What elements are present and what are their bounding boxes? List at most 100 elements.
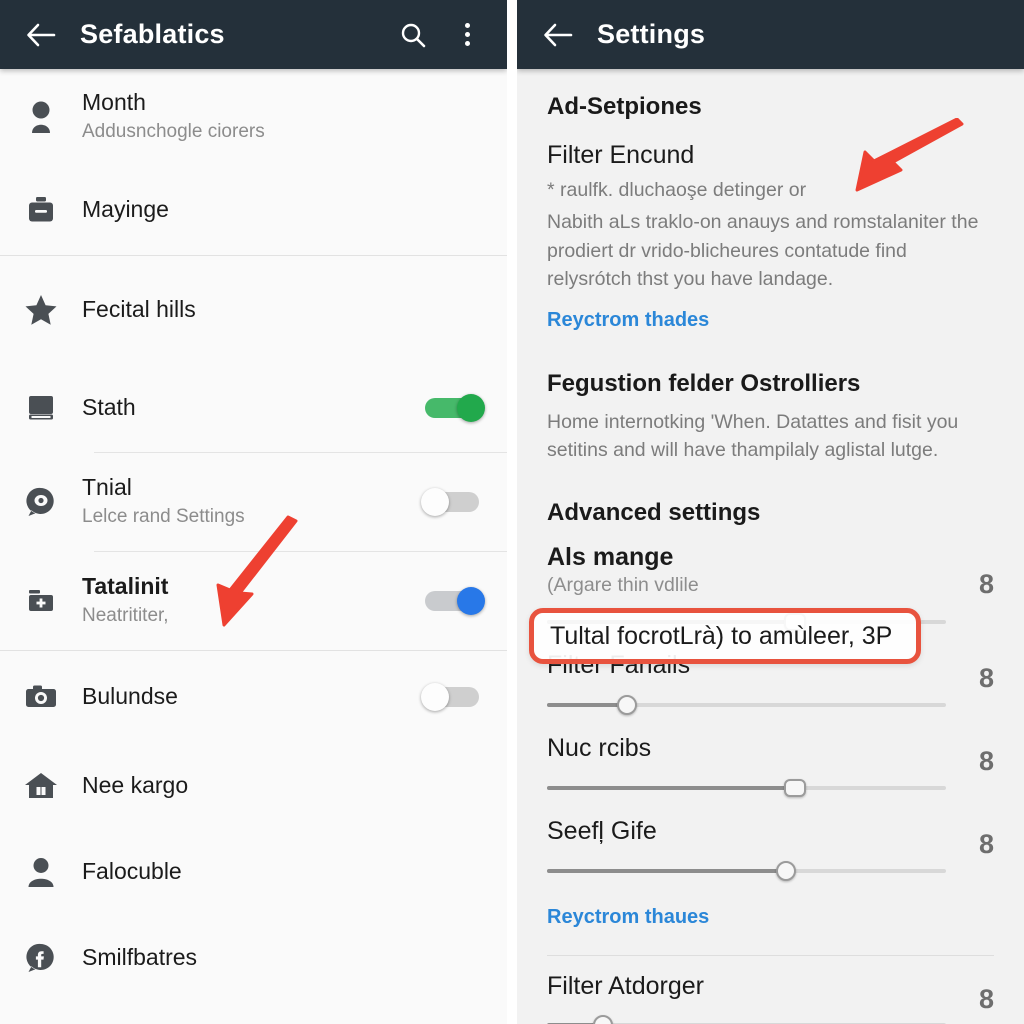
slider-body: Filter Atdorger [547, 972, 946, 1024]
setting-description-line2: Nabith aLs traklo-on anauys and romstala… [547, 211, 979, 290]
left-settings-list: Month Addusnchogle ciorers Mayinge Fecit… [0, 69, 507, 1024]
list-item[interactable]: Tatalinit Neatrititer, [0, 552, 507, 650]
list-item-control[interactable] [411, 683, 485, 711]
list-item[interactable]: Fecital hills [0, 256, 507, 364]
list-item-text: Falocuble [70, 858, 475, 885]
search-icon[interactable] [391, 13, 435, 57]
section-header-advanced-settings: Advanced settings [547, 498, 761, 526]
slider-row[interactable]: Filter Atdorger 8 [547, 956, 994, 1024]
slider-thumb[interactable] [784, 778, 807, 797]
screenshot-root: Sefablatics Month Addusnchogle ciorers M… [0, 0, 1024, 1024]
list-item-text: Tatalinit Neatrititer, [70, 573, 411, 629]
slider-label: Filter Atdorger [547, 971, 705, 1000]
list-item-text: Month Addusnchogle ciorers [70, 89, 475, 145]
slider-value: 8 [978, 746, 994, 777]
setting-description-line1: * raulfk. dluchaoşe detinger or [547, 179, 807, 201]
list-item-text: Smilfbatres [70, 944, 475, 971]
list-item-control[interactable] [411, 394, 485, 422]
list-item[interactable]: Smilfbatres [0, 915, 507, 1001]
list-item[interactable]: Bulundse [0, 651, 507, 743]
slider-label: Nuc rcibs [547, 734, 652, 763]
panel-gutter [507, 0, 517, 1024]
list-item[interactable]: Tnial Lelce rand Settings [0, 453, 507, 551]
setting-title-filter-encund: Filter Encund [547, 141, 695, 169]
book-icon [12, 393, 70, 423]
slider-row[interactable]: Seefļ Gife 8 [547, 801, 994, 884]
folder-plus-icon [12, 586, 70, 616]
slider-label: Als mange [547, 542, 674, 571]
slider-control[interactable] [547, 775, 946, 801]
slider-body: Seefļ Gife [547, 817, 946, 884]
toggle-knob [421, 683, 449, 711]
home-icon [12, 771, 70, 801]
list-item-control[interactable] [411, 587, 485, 615]
link-reyctrom-thaues[interactable]: Reyctrom thaues [547, 884, 994, 929]
briefcase-icon [12, 195, 70, 225]
list-item-subtitle: Neatrititer, [82, 605, 169, 627]
list-item[interactable]: Mayinge [0, 165, 507, 255]
left-app-bar: Sefablatics [0, 0, 507, 69]
list-item-text: Nee kargo [70, 772, 475, 799]
slider-thumb[interactable] [616, 695, 637, 716]
list-item-text: Fecital hills [70, 296, 475, 323]
toggle-knob [421, 488, 449, 516]
left-panel: Sefablatics Month Addusnchogle ciorers M… [0, 0, 507, 1024]
section-description-fegustion: Home internotking 'When. Datattes and fi… [547, 411, 959, 462]
list-item-text: Tnial Lelce rand Settings [70, 474, 411, 530]
list-item-title: Tatalinit [82, 573, 169, 600]
list-item[interactable]: Endoclind [0, 1001, 507, 1024]
list-item[interactable]: Month Addusnchogle ciorers [0, 69, 507, 165]
list-item[interactable]: Stath [0, 364, 507, 452]
slider-value: 8 [978, 983, 994, 1014]
slider-value: 8 [978, 828, 994, 859]
list-item-title: Falocuble [82, 858, 182, 885]
slider-body: Nuc rcibs [547, 734, 946, 801]
slider-control[interactable] [547, 692, 946, 718]
list-item-subtitle: Lelce rand Settings [82, 506, 245, 528]
overflow-menu-icon[interactable] [445, 13, 489, 57]
camera-icon [12, 683, 70, 711]
right-panel: Settings Ad-Setpiones Filter Encund * ra… [517, 0, 1024, 1024]
list-item-text: Mayinge [70, 196, 475, 223]
slider-fill [547, 868, 787, 873]
section-header-fegustion: Fegustion felder Ostrolliers [547, 370, 861, 398]
slider-row[interactable]: Nuc rcibs 8 [547, 718, 994, 801]
slider-label: Seefļ Gife [547, 816, 657, 845]
highlighted-setting-row[interactable]: Tultal focrotLrà) to amùleer, 3P [529, 608, 921, 664]
toggle-switch-on[interactable] [421, 587, 485, 615]
list-item-title: Smilfbatres [82, 944, 198, 971]
back-arrow-icon[interactable] [18, 12, 64, 58]
slider-value: 8 [978, 568, 994, 599]
settings-content: Ad-Setpiones Filter Encund * raulfk. dlu… [517, 69, 1024, 1024]
right-app-bar: Settings [517, 0, 1024, 69]
list-item[interactable]: Falocuble [0, 829, 507, 915]
back-arrow-icon[interactable] [535, 12, 581, 58]
chat-eye-icon [12, 486, 70, 518]
highlighted-setting-label: Tultal focrotLrà) to amùleer, 3P [550, 621, 893, 650]
slider-fill [547, 785, 795, 790]
slider-control[interactable] [547, 858, 946, 884]
slider-thumb[interactable] [776, 860, 797, 881]
list-item-title: Nee kargo [82, 772, 189, 799]
toggle-knob [457, 587, 485, 615]
slider-value: 8 [978, 663, 994, 694]
toggle-knob [457, 394, 485, 422]
list-item-text: Stath [70, 394, 411, 421]
left-app-title: Sefablatics [80, 19, 225, 49]
list-item-title: Mayinge [82, 196, 169, 223]
list-item-title: Stath [82, 394, 136, 421]
toggle-switch-off[interactable] [421, 488, 485, 516]
toggle-switch-off[interactable] [421, 683, 485, 711]
slider-thumb[interactable] [592, 1015, 613, 1024]
list-item-control[interactable] [411, 488, 485, 516]
slider-control[interactable] [547, 1012, 946, 1024]
toggle-switch-on[interactable] [421, 394, 485, 422]
star-icon [12, 294, 70, 326]
person-icon [12, 100, 70, 134]
list-item-title: Bulundse [82, 683, 178, 710]
slider-sublabel: (Argare thin vdlile [547, 574, 699, 597]
list-item[interactable]: Nee kargo [0, 743, 507, 829]
list-item-title: Tnial [82, 474, 132, 501]
link-reyctrom-thades[interactable]: Reyctrom thades [547, 293, 994, 332]
slider-fill [547, 703, 627, 708]
